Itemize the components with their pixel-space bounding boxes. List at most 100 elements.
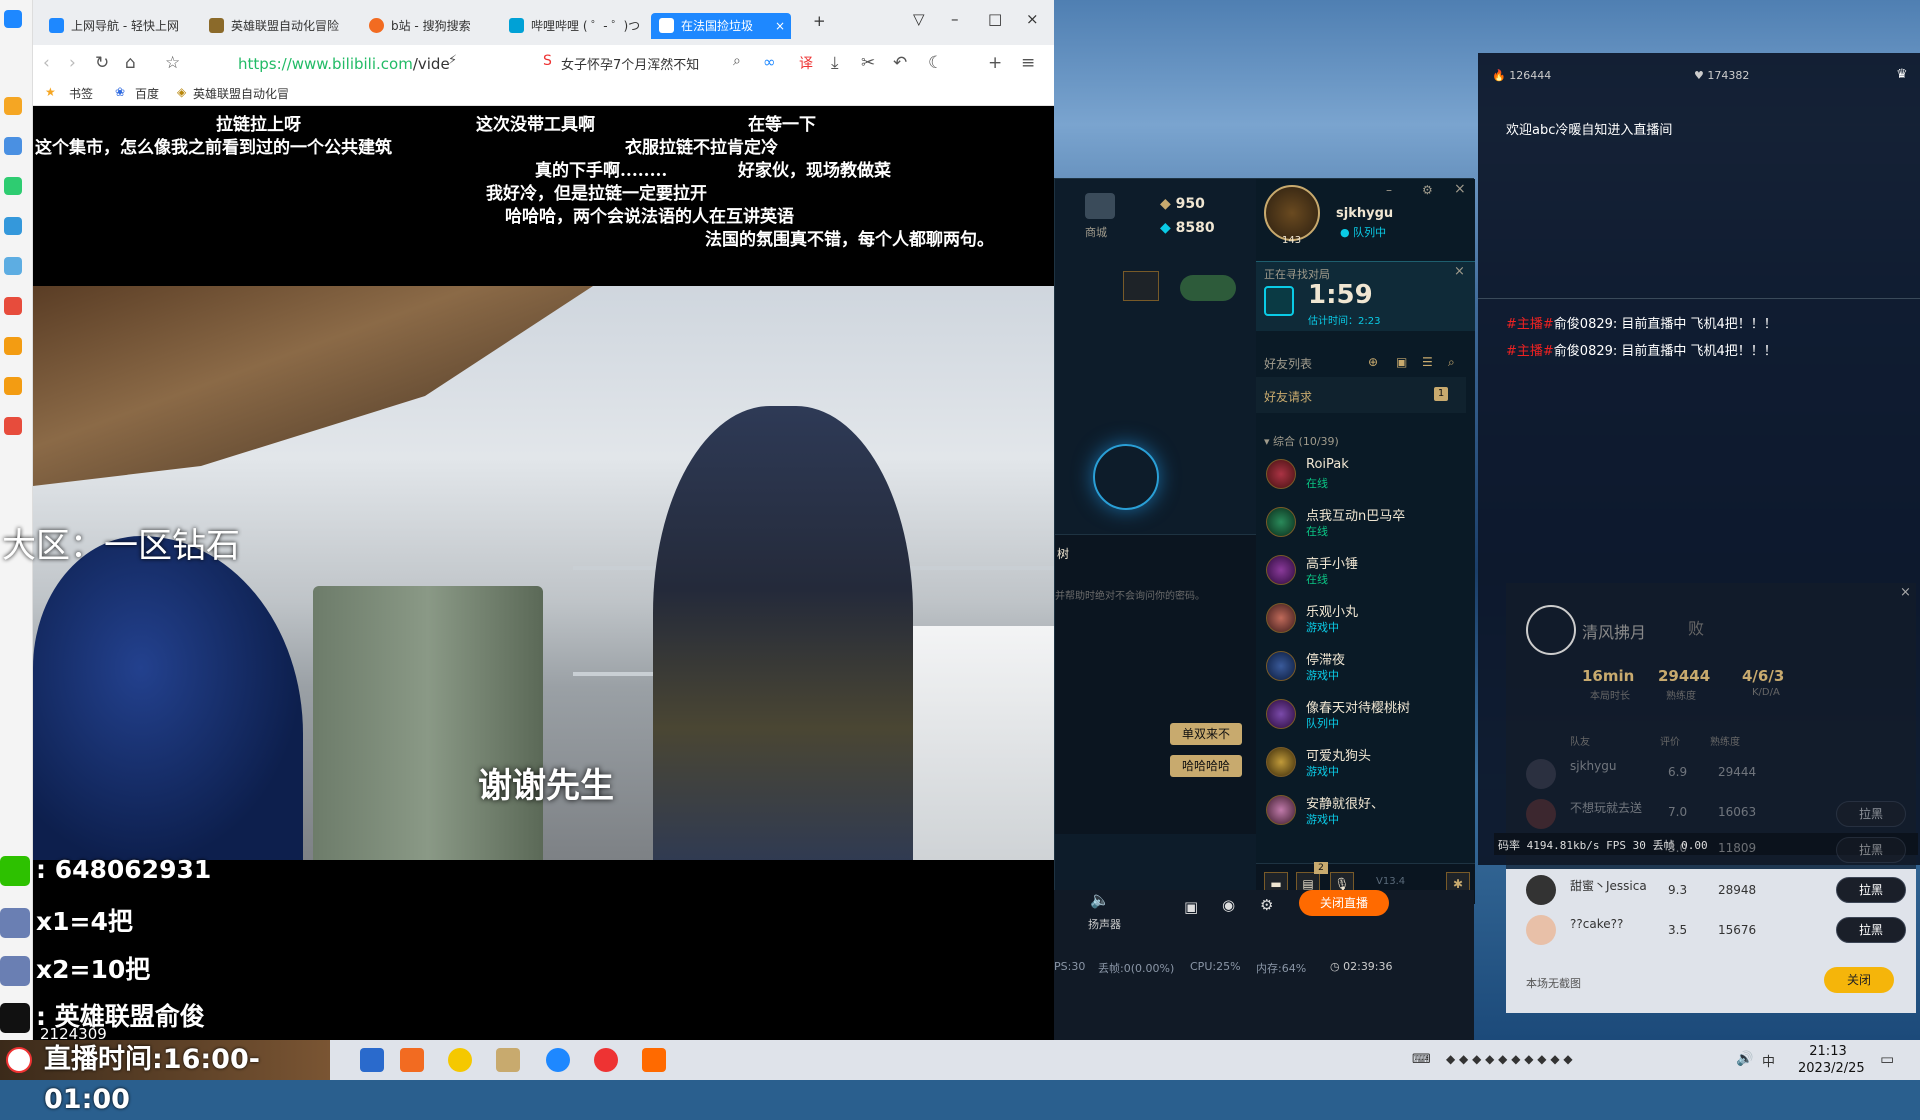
- lightning-icon[interactable]: ⚡: [448, 53, 457, 68]
- video-player[interactable]: 拉链拉上呀 这次没带工具啊 在等一下 这个集市，怎么像我之前看到过的一个公共建筑…: [33, 106, 1054, 1040]
- search-icon[interactable]: [4, 337, 22, 355]
- add-friend-icon[interactable]: ⊕: [1368, 355, 1378, 369]
- app-icon[interactable]: [448, 1048, 472, 1072]
- bookmark-item[interactable]: 书签: [69, 85, 93, 102]
- tabs-menu-icon[interactable]: ▽: [913, 10, 925, 28]
- friend-item[interactable]: RoiPak 在线: [1262, 451, 1462, 497]
- pdf-icon[interactable]: [4, 297, 22, 315]
- translate-icon[interactable]: 译: [799, 53, 813, 73]
- group-label: 综合 (10/39): [1273, 435, 1339, 448]
- cloud-icon[interactable]: [4, 257, 22, 275]
- store-icon[interactable]: [1085, 193, 1115, 219]
- netease-icon[interactable]: [594, 1048, 618, 1072]
- close-window-button[interactable]: ×: [1026, 10, 1039, 28]
- block-button[interactable]: 拉黑: [1836, 877, 1906, 903]
- friend-item[interactable]: 停滞夜 游戏中: [1262, 643, 1462, 689]
- block-button[interactable]: 拉黑: [1836, 917, 1906, 943]
- friend-group[interactable]: ▾ 综合 (10/39): [1264, 433, 1339, 449]
- extension-icon[interactable]: ∞: [763, 53, 776, 71]
- pin-icon[interactable]: [360, 1048, 384, 1072]
- minimize-button[interactable]: –: [951, 10, 959, 28]
- rank-icon[interactable]: [1123, 271, 1159, 301]
- friend-item[interactable]: 高手小锤 在线: [1262, 547, 1462, 593]
- app-icon[interactable]: [4, 10, 22, 28]
- danmu-message: #主播#俞俊0829: 目前直播中 飞机4把！！！: [1506, 340, 1777, 359]
- friend-item[interactable]: 安静就很好、 游戏中: [1262, 787, 1462, 833]
- close-button[interactable]: 关闭: [1824, 967, 1894, 993]
- tab-bilibili[interactable]: 哔哩哔哩 ( ゜- ゜)つ: [501, 13, 641, 39]
- timer-display: ◷ 02:39:36: [1330, 960, 1393, 973]
- danmaku-text: 衣服拉链不拉肯定冷: [625, 138, 778, 158]
- app-icon[interactable]: [642, 1048, 666, 1072]
- summoner-avatar[interactable]: [1264, 185, 1320, 241]
- toggle-switch[interactable]: [1180, 275, 1236, 301]
- maximize-button[interactable]: □: [988, 10, 1002, 28]
- record-icon[interactable]: ▣: [1184, 898, 1198, 916]
- menu-icon[interactable]: ≡: [1021, 53, 1035, 73]
- ime-indicator[interactable]: 中: [1762, 1051, 1775, 1070]
- star-icon[interactable]: ☆: [165, 53, 180, 73]
- bookmark-item[interactable]: 百度: [135, 85, 159, 102]
- drop-stat: 丢帧:0(0.00%): [1098, 962, 1175, 975]
- block-button[interactable]: 拉黑: [1836, 801, 1906, 827]
- tray-icons[interactable]: ◆ ◆ ◆ ◆ ◆ ◆ ◆ ◆ ◆ ◆: [1446, 1052, 1573, 1066]
- keyboard-icon[interactable]: ⌨: [1412, 1052, 1431, 1067]
- close-live-button[interactable]: 关闭直播: [1299, 890, 1389, 916]
- bookmark-item[interactable]: 英雄联盟自动化冒: [193, 85, 289, 102]
- app-icon[interactable]: [4, 377, 22, 395]
- app-icon[interactable]: [400, 1048, 424, 1072]
- avatar: [1266, 459, 1296, 489]
- minimize-icon[interactable]: –: [1386, 183, 1392, 197]
- tab-navigation[interactable]: 上网导航 - 轻快上网: [41, 13, 191, 39]
- forward-icon[interactable]: ›: [69, 53, 76, 73]
- download-icon[interactable]: ⤓: [831, 53, 839, 73]
- tab-lol[interactable]: 英雄联盟自动化冒险: [201, 13, 351, 39]
- tab-label: b站 - 搜狗搜索: [391, 19, 471, 33]
- cpu-stat: CPU:25%: [1190, 960, 1241, 973]
- search-icon[interactable]: ⌕: [1448, 355, 1455, 370]
- close-icon[interactable]: ×: [1454, 264, 1465, 279]
- eye-icon[interactable]: ◉: [1222, 896, 1235, 914]
- plus-icon[interactable]: +: [988, 53, 1002, 73]
- tab-active-video[interactable]: 在法国捡垃圾 ×: [651, 13, 791, 39]
- lol-icon[interactable]: [496, 1048, 520, 1072]
- new-tab-button[interactable]: +: [813, 12, 826, 30]
- browser-icon[interactable]: [546, 1048, 570, 1072]
- wechat-icon[interactable]: [4, 177, 22, 195]
- search-input[interactable]: 女子怀孕7个月浑然不知: [561, 54, 699, 73]
- lol-client: 商城 ◆ 950 ◆ 8580 树 并帮助时绝对不会询问你的密码。 单双来不 哈…: [1054, 178, 1475, 904]
- moon-icon[interactable]: ☾: [928, 53, 943, 73]
- back-icon[interactable]: ‹: [43, 53, 50, 73]
- block-button[interactable]: 拉黑: [1836, 837, 1906, 863]
- tab-sogou[interactable]: b站 - 搜狗搜索: [361, 13, 491, 39]
- friend-item[interactable]: 点我互动n巴马卒 在线: [1262, 499, 1462, 545]
- url-field[interactable]: https://www.bilibili.com/vide: [238, 55, 450, 73]
- speaker-icon[interactable]: 🔈: [1090, 890, 1110, 909]
- volume-icon[interactable]: 🔊: [1736, 1051, 1753, 1067]
- clock-icon[interactable]: [4, 137, 22, 155]
- friend-item[interactable]: 乐观小丸 游戏中: [1262, 595, 1462, 641]
- undo-icon[interactable]: ↶: [893, 53, 907, 73]
- list-icon[interactable]: ☰: [1422, 355, 1433, 369]
- close-icon[interactable]: ×: [775, 13, 785, 39]
- notification-icon[interactable]: ▭: [1880, 1050, 1894, 1068]
- app-icon[interactable]: [4, 417, 22, 435]
- avatar: [1526, 875, 1556, 905]
- request-badge: 1: [1434, 387, 1448, 401]
- app-icon[interactable]: [4, 217, 22, 235]
- refresh-icon[interactable]: ↻: [95, 53, 109, 73]
- close-icon[interactable]: ×: [1900, 585, 1911, 600]
- scissors-icon[interactable]: ✂: [861, 53, 875, 73]
- friend-request-row[interactable]: 好友请求 1: [1256, 377, 1466, 413]
- gear-icon[interactable]: ⚙: [1422, 183, 1433, 197]
- search-icon[interactable]: ⌕: [733, 53, 741, 69]
- close-icon[interactable]: ×: [1454, 181, 1466, 197]
- star-icon[interactable]: [4, 97, 22, 115]
- danmu-text: 俞俊0829: 目前直播中 飞机4把！！！: [1553, 344, 1777, 359]
- folder-icon[interactable]: ▣: [1396, 355, 1407, 369]
- home-icon[interactable]: ⌂: [125, 53, 136, 73]
- friend-item[interactable]: 可爱丸狗头 游戏中: [1262, 739, 1462, 785]
- gear-icon[interactable]: ⚙: [1260, 896, 1273, 914]
- friend-item[interactable]: 像春天对待樱桃树 队列中: [1262, 691, 1462, 737]
- system-clock[interactable]: 21:13 2023/2/25: [1798, 1043, 1865, 1077]
